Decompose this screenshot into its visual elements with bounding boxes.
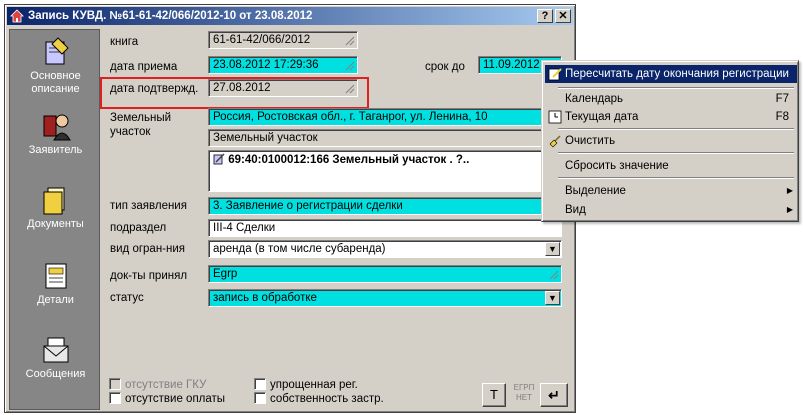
- folder-icon: [43, 187, 64, 215]
- dropdown-arrow-icon[interactable]: ▼: [545, 242, 560, 256]
- resize-grip-icon: [549, 270, 559, 280]
- clock-icon: [548, 110, 562, 124]
- land-plot-label-line1: Земельный: [110, 112, 172, 124]
- close-button[interactable]: ✕: [555, 9, 571, 23]
- application-type-field[interactable]: 3. Заявление о регистрации сделки: [208, 197, 562, 215]
- menu-item-recalculate-end-date[interactable]: Пересчитать дату окончания регистрации: [545, 65, 797, 83]
- window-title: Запись КУВД. №61-61-42/066/2012-10 от 23…: [28, 10, 313, 22]
- restriction-type-label: вид огран-ния: [110, 243, 186, 255]
- confirmation-date-field[interactable]: 27.08.2012: [208, 79, 358, 97]
- sidebar-item-documents[interactable]: Документы: [10, 184, 101, 231]
- resize-grip-icon: [345, 61, 355, 71]
- reception-date-field[interactable]: 23.08.2012 17:29:36: [208, 56, 358, 74]
- person-icon: [43, 114, 71, 141]
- deadline-label: срок до: [425, 61, 465, 73]
- checkbox-box[interactable]: [254, 378, 266, 390]
- enter-button[interactable]: ↵: [540, 383, 568, 407]
- developer-ownership-checkbox[interactable]: собственность застр.: [254, 392, 384, 406]
- land-plot-cadastral-item[interactable]: 69:40:0100012:166 Земельный участок . ?.…: [228, 154, 469, 166]
- pencil-icon: [213, 153, 225, 165]
- land-plot-address-field[interactable]: Россия, Ростовская обл., г. Таганрог, ул…: [208, 108, 562, 126]
- menu-item-clear[interactable]: Очистить: [545, 132, 797, 150]
- resize-grip-icon: [345, 36, 355, 46]
- house-icon: [10, 9, 24, 23]
- reception-date-label: дата приема: [110, 61, 178, 73]
- menu-item-selection[interactable]: Выделение ▶: [545, 182, 797, 200]
- help-button[interactable]: ?: [537, 9, 553, 23]
- t-button[interactable]: T: [482, 383, 506, 407]
- subsection-label: подраздел: [110, 222, 167, 234]
- sidebar-item-label: Детали: [37, 294, 74, 306]
- dropdown-arrow-icon[interactable]: ▼: [545, 291, 560, 305]
- no-gku-checkbox[interactable]: отсутствие ГКУ: [109, 378, 206, 392]
- menu-separator: [558, 152, 794, 154]
- menu-item-reset-value[interactable]: Сбросить значение: [545, 157, 797, 175]
- sidebar-item-label: Основное описание: [30, 70, 81, 95]
- land-plot-list[interactable]: 69:40:0100012:166 Земельный участок . ?.…: [208, 150, 562, 192]
- menu-item-calendar[interactable]: Календарь F7: [545, 90, 797, 108]
- sidebar-item-label: Документы: [27, 218, 84, 230]
- sidebar-item-main-description[interactable]: Основное описание: [10, 36, 101, 96]
- menu-item-current-date[interactable]: Текущая дата F8: [545, 108, 797, 126]
- broom-icon: [549, 135, 561, 148]
- checkbox-box[interactable]: [109, 378, 121, 390]
- menu-separator: [558, 128, 794, 130]
- docs-received-field[interactable]: Egrp: [208, 265, 562, 283]
- egrp-status-value: НЕТ: [516, 393, 532, 402]
- sidebar-item-details[interactable]: Детали: [10, 260, 101, 307]
- pencil-book-icon: [45, 37, 69, 65]
- sidebar-item-applicant[interactable]: Заявитель: [10, 110, 101, 157]
- main-window: Запись КУВД. №61-61-42/066/2012-10 от 23…: [4, 4, 576, 413]
- edit-document-icon: [548, 68, 562, 81]
- status-label: статус: [110, 292, 144, 304]
- confirmation-date-label: дата подтвержд.: [110, 83, 199, 95]
- checkbox-box[interactable]: [109, 392, 121, 404]
- envelope-icon: [43, 337, 68, 363]
- simplified-registration-checkbox[interactable]: упрощенная рег.: [254, 378, 358, 392]
- sidebar: Основное описание Заявитель Документы Де…: [9, 29, 100, 410]
- resize-grip-icon: [345, 84, 355, 94]
- context-menu: Пересчитать дату окончания регистрации К…: [541, 60, 799, 222]
- book-label: книга: [110, 36, 139, 48]
- menu-separator: [558, 87, 794, 89]
- book-field[interactable]: 61-61-42/066/2012: [208, 31, 358, 49]
- sidebar-item-label: Сообщения: [25, 368, 86, 380]
- application-type-label: тип заявления: [110, 200, 187, 212]
- menu-item-view[interactable]: Вид ▶: [545, 201, 797, 219]
- sidebar-item-label: Заявитель: [28, 144, 83, 156]
- sidebar-item-messages[interactable]: Сообщения: [10, 334, 101, 381]
- document-details-icon: [45, 263, 66, 289]
- docs-received-label: док-ты принял: [110, 270, 188, 282]
- land-plot-type-field[interactable]: Земельный участок: [208, 129, 562, 147]
- checkbox-box[interactable]: [254, 392, 266, 404]
- restriction-type-select[interactable]: аренда (в том числе субаренда) ▼: [208, 240, 562, 258]
- no-payment-checkbox[interactable]: отсутствие оплаты: [109, 392, 225, 406]
- menu-separator: [558, 177, 794, 179]
- egrp-status: ЕГРП НЕТ: [510, 383, 538, 407]
- submenu-arrow-icon: ▶: [786, 186, 793, 195]
- status-select[interactable]: запись в обработке ▼: [208, 289, 562, 307]
- title-bar[interactable]: Запись КУВД. №61-61-42/066/2012-10 от 23…: [7, 7, 573, 25]
- land-plot-label-line2: участок: [110, 126, 151, 138]
- submenu-arrow-icon: ▶: [786, 205, 793, 214]
- subsection-field[interactable]: III-4 Сделки: [208, 219, 562, 237]
- egrp-status-label: ЕГРП: [513, 383, 535, 392]
